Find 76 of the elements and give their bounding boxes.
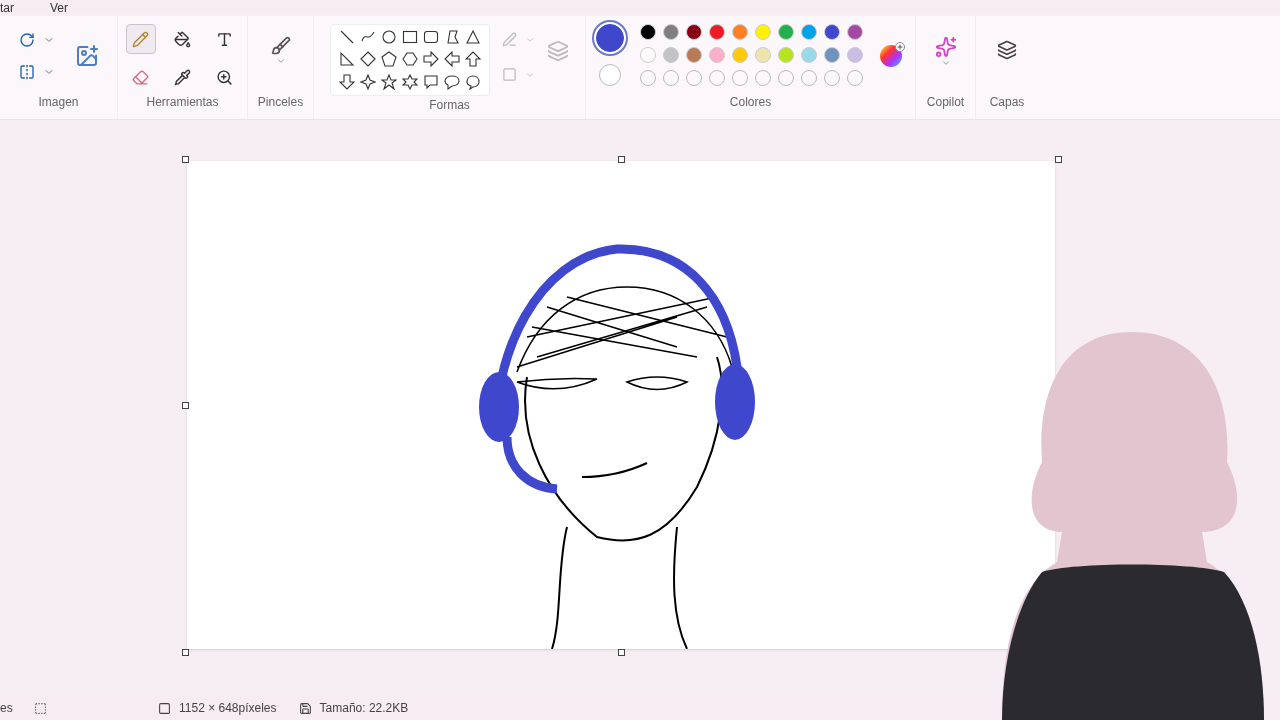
drawing-canvas[interactable]	[187, 161, 1055, 649]
shape-icon[interactable]	[360, 73, 376, 90]
paint-bucket-icon	[174, 30, 191, 48]
color-swatch[interactable]	[824, 47, 840, 63]
shape-icon[interactable]	[465, 29, 481, 45]
shape-icon[interactable]	[339, 29, 355, 45]
color-swatch[interactable]	[755, 47, 771, 63]
shape-icon[interactable]	[423, 51, 439, 68]
shape-icon[interactable]	[402, 29, 418, 45]
group-label: Imagen	[38, 94, 79, 111]
shape-icon[interactable]	[360, 51, 376, 68]
menu-item[interactable]: tar	[0, 2, 14, 14]
pencil-icon	[132, 30, 149, 48]
color-swatch[interactable]	[640, 47, 656, 63]
rotate-icon[interactable]	[18, 32, 35, 48]
current-color-swatch[interactable]	[599, 64, 621, 86]
current-color-swatch[interactable]	[596, 24, 624, 52]
resize-image-icon[interactable]	[74, 44, 99, 68]
group-label: Colores	[729, 94, 772, 111]
layers-icon[interactable]	[997, 40, 1017, 60]
sparkle-icon[interactable]	[934, 36, 957, 58]
color-wheel-icon[interactable]	[879, 42, 905, 68]
color-swatch[interactable]	[847, 24, 863, 40]
color-swatch[interactable]	[709, 47, 725, 63]
group-label: Capas	[989, 94, 1025, 111]
resize-handle[interactable]	[182, 402, 189, 409]
eraser-icon	[132, 68, 149, 86]
color-swatch[interactable]	[755, 24, 771, 40]
group-label: Formas	[429, 97, 470, 114]
shape-icon[interactable]	[339, 73, 355, 90]
group-label: Herramientas	[146, 94, 219, 111]
resize-handle[interactable]	[182, 649, 189, 656]
menu-item[interactable]: Ver	[50, 2, 69, 14]
color-swatch[interactable]	[801, 24, 817, 40]
shape-icon[interactable]	[339, 51, 355, 68]
shape-icon[interactable]	[381, 73, 397, 90]
shape-icon[interactable]	[423, 73, 439, 90]
shape-icon[interactable]	[381, 29, 397, 45]
shape-icon[interactable]	[444, 73, 460, 90]
group-label: Copilot	[926, 94, 965, 111]
shape-icon[interactable]	[423, 29, 439, 45]
status-text: es	[0, 700, 14, 717]
canvas-dimensions: 1152 × 648píxeles	[179, 700, 277, 717]
text-icon	[216, 30, 233, 48]
shape-icon[interactable]	[465, 51, 481, 68]
resize-handle[interactable]	[618, 156, 625, 163]
color-swatch[interactable]	[847, 47, 863, 63]
color-swatch[interactable]	[732, 47, 748, 63]
color-swatch[interactable]	[709, 24, 725, 40]
resize-handle[interactable]	[618, 649, 625, 656]
resize-handle[interactable]	[182, 156, 189, 163]
shape-icon[interactable]	[381, 51, 397, 68]
save-icon	[298, 701, 312, 715]
canvas-size-icon	[158, 701, 171, 715]
shape-icon[interactable]	[444, 29, 460, 45]
group-label: Pinceles	[257, 94, 304, 111]
shape-icon[interactable]	[402, 73, 418, 90]
color-swatch[interactable]	[686, 47, 702, 63]
eyedropper-icon	[174, 68, 191, 86]
shape-icon[interactable]	[402, 51, 418, 68]
shape-icon[interactable]	[465, 73, 481, 90]
resize-handle[interactable]	[1055, 156, 1062, 163]
color-swatch[interactable]	[778, 24, 794, 40]
color-swatch[interactable]	[640, 24, 656, 40]
brush-icon[interactable]	[270, 36, 291, 56]
selection-icon	[34, 701, 47, 715]
color-swatch[interactable]	[663, 24, 679, 40]
color-swatch[interactable]	[686, 24, 702, 40]
zoom-in-icon	[216, 68, 233, 86]
color-swatch[interactable]	[732, 24, 748, 40]
color-swatch[interactable]	[663, 47, 679, 63]
color-swatch[interactable]	[778, 47, 794, 63]
color-swatch[interactable]	[801, 47, 817, 63]
shape-icon[interactable]	[444, 51, 460, 68]
file-size: Tamaño: 22.2KB	[319, 700, 409, 717]
color-swatch[interactable]	[824, 24, 840, 40]
